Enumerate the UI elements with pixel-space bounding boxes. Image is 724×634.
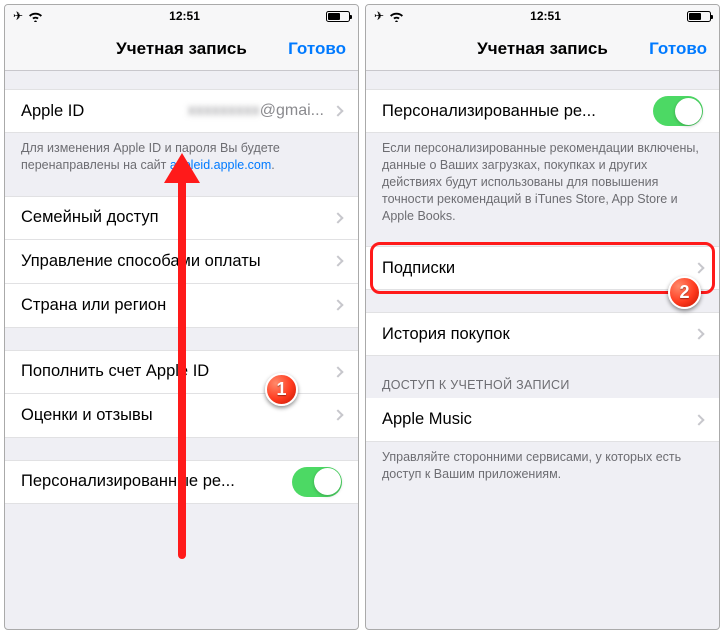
chevron-icon	[332, 410, 343, 421]
done-button[interactable]: Готово	[288, 39, 346, 59]
annotation-arrow	[178, 179, 186, 559]
purchase-history-section: История покупок	[366, 312, 719, 356]
personalized-section: Персонализированные ре... Если персонали…	[366, 89, 719, 224]
chevron-icon	[332, 366, 343, 377]
chevron-icon	[332, 212, 343, 223]
status-time: 12:51	[530, 9, 561, 23]
apple-id-value: xxxxxxxxx@gmai...	[188, 102, 342, 120]
personalized-footer: Если персонализированные рекомендации вк…	[366, 133, 719, 224]
chevron-icon	[332, 300, 343, 311]
status-bar: ✈ 12:51	[366, 5, 719, 27]
personalized-row[interactable]: Персонализированные ре...	[366, 89, 719, 133]
purchase-history-row[interactable]: История покупок	[366, 312, 719, 356]
account-access-header: ДОСТУП К УЧЕТНОЙ ЗАПИСИ	[366, 378, 719, 398]
nav-title: Учетная запись	[116, 39, 247, 59]
apple-music-row[interactable]: Apple Music	[366, 398, 719, 442]
nav-title: Учетная запись	[477, 39, 608, 59]
chevron-icon	[332, 105, 343, 116]
chevron-icon	[693, 414, 704, 425]
toggle-on[interactable]	[292, 467, 342, 497]
left-screen: ✈ 12:51 Учетная запись Готово Apple ID x…	[4, 4, 359, 630]
subscriptions-section: Подписки 2	[366, 246, 719, 290]
annotation-badge-2: 2	[668, 276, 701, 309]
account-access-section: ДОСТУП К УЧЕТНОЙ ЗАПИСИ Apple Music Упра…	[366, 378, 719, 483]
airplane-icon: ✈	[374, 9, 384, 23]
account-access-footer: Управляйте сторонними сервисами, у котор…	[366, 442, 719, 483]
battery-icon	[326, 11, 350, 22]
right-screen: ✈ 12:51 Учетная запись Готово Персонализ…	[365, 4, 720, 630]
nav-bar: Учетная запись Готово	[5, 27, 358, 71]
apple-id-label: Apple ID	[21, 102, 180, 121]
chevron-icon	[332, 256, 343, 267]
content: Персонализированные ре... Если персонали…	[366, 71, 719, 629]
annotation-badge-1: 1	[265, 373, 298, 406]
subscriptions-row[interactable]: Подписки	[366, 246, 719, 290]
status-time: 12:51	[169, 9, 200, 23]
airplane-icon: ✈	[13, 9, 23, 23]
wifi-icon	[28, 11, 43, 22]
done-button[interactable]: Готово	[649, 39, 707, 59]
chevron-icon	[693, 329, 704, 340]
apple-id-row[interactable]: Apple ID xxxxxxxxx@gmai...	[5, 89, 358, 133]
status-bar: ✈ 12:51	[5, 5, 358, 27]
wifi-icon	[389, 11, 404, 22]
toggle-on[interactable]	[653, 96, 703, 126]
chevron-icon	[693, 263, 704, 274]
nav-bar: Учетная запись Готово	[366, 27, 719, 71]
battery-icon	[687, 11, 711, 22]
